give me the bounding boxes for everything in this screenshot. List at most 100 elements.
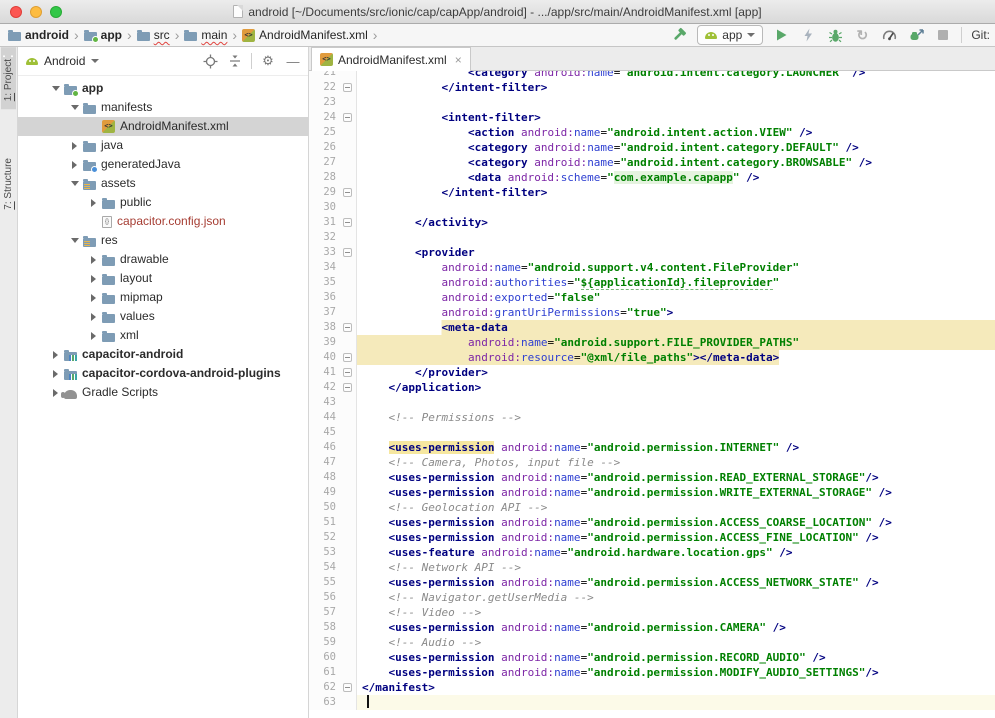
- code-line-27[interactable]: 27 <category android:name="android.inten…: [309, 155, 995, 170]
- git-branch-label[interactable]: Git:: [971, 28, 990, 42]
- code-line-47[interactable]: 47 <!-- Camera, Photos, input file -->: [309, 455, 995, 470]
- tool-window-tab-structure[interactable]: 7: Structure: [1, 135, 16, 218]
- collapsed-arrow-icon[interactable]: [49, 370, 62, 378]
- fold-marker-icon[interactable]: [343, 368, 352, 377]
- code-line-54[interactable]: 54 <!-- Network API -->: [309, 560, 995, 575]
- tree-item-generatedjava[interactable]: generatedJava: [18, 155, 308, 174]
- tree-item-capacitor-android[interactable]: capacitor-android: [18, 345, 308, 364]
- code-line-63[interactable]: 63: [309, 695, 995, 710]
- tree-item-java[interactable]: java: [18, 136, 308, 155]
- code-line-37[interactable]: 37 android:grantUriPermissions="true">: [309, 305, 995, 320]
- tree-item-public[interactable]: public: [18, 193, 308, 212]
- fold-marker-icon[interactable]: [343, 113, 352, 122]
- code-line-40[interactable]: 40 android:resource="@xml/file_paths"></…: [309, 350, 995, 365]
- collapsed-arrow-icon[interactable]: [68, 142, 81, 150]
- stop-button[interactable]: [934, 26, 952, 44]
- expanded-arrow-icon[interactable]: [49, 86, 62, 91]
- tree-item-androidmanifest-xml[interactable]: AndroidManifest.xml: [18, 117, 308, 136]
- collapsed-arrow-icon[interactable]: [87, 294, 100, 302]
- tree-item-res[interactable]: res: [18, 231, 308, 250]
- tree-item-layout[interactable]: layout: [18, 269, 308, 288]
- code-line-57[interactable]: 57 <!-- Video -->: [309, 605, 995, 620]
- code-line-33[interactable]: 33 <provider: [309, 245, 995, 260]
- code-line-51[interactable]: 51 <uses-permission android:name="androi…: [309, 515, 995, 530]
- fold-marker-icon[interactable]: [343, 248, 352, 257]
- fold-marker-icon[interactable]: [343, 323, 352, 332]
- settings-gear-icon[interactable]: ⚙: [259, 52, 277, 70]
- code-line-46[interactable]: 46 <uses-permission android:name="androi…: [309, 440, 995, 455]
- tree-item-drawable[interactable]: drawable: [18, 250, 308, 269]
- code-line-21[interactable]: 21 <category android:name="android.inten…: [309, 71, 995, 80]
- code-line-49[interactable]: 49 <uses-permission android:name="androi…: [309, 485, 995, 500]
- code-line-45[interactable]: 45: [309, 425, 995, 440]
- breadcrumb-item-androidmanifest-xml[interactable]: AndroidManifest.xml: [242, 28, 368, 42]
- profiler-gauge-icon[interactable]: [880, 26, 898, 44]
- code-line-50[interactable]: 50 <!-- Geolocation API -->: [309, 500, 995, 515]
- lightning-icon[interactable]: [799, 26, 817, 44]
- code-line-58[interactable]: 58 <uses-permission android:name="androi…: [309, 620, 995, 635]
- expanded-arrow-icon[interactable]: [68, 105, 81, 110]
- code-line-38[interactable]: 38 <meta-data: [309, 320, 995, 335]
- tree-item-mipmap[interactable]: mipmap: [18, 288, 308, 307]
- code-line-43[interactable]: 43: [309, 395, 995, 410]
- code-line-34[interactable]: 34 android:name="android.support.v4.cont…: [309, 260, 995, 275]
- run-button[interactable]: [772, 26, 790, 44]
- collapsed-arrow-icon[interactable]: [87, 313, 100, 321]
- code-line-22[interactable]: 22 </intent-filter>: [309, 80, 995, 95]
- code-line-52[interactable]: 52 <uses-permission android:name="androi…: [309, 530, 995, 545]
- code-line-32[interactable]: 32: [309, 230, 995, 245]
- code-line-44[interactable]: 44 <!-- Permissions -->: [309, 410, 995, 425]
- editor-tab-androidmanifest[interactable]: AndroidManifest.xml ×: [311, 47, 471, 71]
- tree-item-values[interactable]: values: [18, 307, 308, 326]
- tree-item-assets[interactable]: assets: [18, 174, 308, 193]
- tree-item-manifests[interactable]: manifests: [18, 98, 308, 117]
- fold-marker-icon[interactable]: [343, 188, 352, 197]
- breadcrumb-item-android[interactable]: android: [8, 28, 69, 42]
- close-tab-icon[interactable]: ×: [455, 53, 462, 67]
- locate-file-icon[interactable]: [201, 52, 219, 70]
- tool-window-tab-project[interactable]: 1: Project: [1, 47, 16, 109]
- collapsed-arrow-icon[interactable]: [87, 332, 100, 340]
- code-line-59[interactable]: 59 <!-- Audio -->: [309, 635, 995, 650]
- fold-marker-icon[interactable]: [343, 353, 352, 362]
- code-line-23[interactable]: 23: [309, 95, 995, 110]
- collapsed-arrow-icon[interactable]: [49, 351, 62, 359]
- code-line-31[interactable]: 31 </activity>: [309, 215, 995, 230]
- code-line-53[interactable]: 53 <uses-feature android:name="android.h…: [309, 545, 995, 560]
- fold-marker-icon[interactable]: [343, 383, 352, 392]
- code-line-26[interactable]: 26 <category android:name="android.inten…: [309, 140, 995, 155]
- fold-marker-icon[interactable]: [343, 83, 352, 92]
- code-line-56[interactable]: 56 <!-- Navigator.getUserMedia -->: [309, 590, 995, 605]
- tree-item-xml[interactable]: xml: [18, 326, 308, 345]
- fold-marker-icon[interactable]: [343, 218, 352, 227]
- collapsed-arrow-icon[interactable]: [87, 199, 100, 207]
- code-line-35[interactable]: 35 android:authorities="${applicationId}…: [309, 275, 995, 290]
- code-line-36[interactable]: 36 android:exported="false": [309, 290, 995, 305]
- code-line-41[interactable]: 41 </provider>: [309, 365, 995, 380]
- breadcrumb-item-main[interactable]: main: [184, 28, 227, 42]
- code-line-24[interactable]: 24 <intent-filter>: [309, 110, 995, 125]
- tree-item-capacitor-cordova-android-plugins[interactable]: capacitor-cordova-android-plugins: [18, 364, 308, 383]
- code-line-39[interactable]: 39 android:name="android.support.FILE_PR…: [309, 335, 995, 350]
- fold-marker-icon[interactable]: [343, 683, 352, 692]
- debug-bug-icon[interactable]: [826, 26, 844, 44]
- code-line-60[interactable]: 60 <uses-permission android:name="androi…: [309, 650, 995, 665]
- expanded-arrow-icon[interactable]: [68, 181, 81, 186]
- code-line-62[interactable]: 62</manifest>: [309, 680, 995, 695]
- code-line-25[interactable]: 25 <action android:name="android.intent.…: [309, 125, 995, 140]
- build-hammer-icon[interactable]: [670, 26, 688, 44]
- tree-item-gradle-scripts[interactable]: Gradle Scripts: [18, 383, 308, 402]
- run-configuration-select[interactable]: app: [697, 25, 763, 45]
- hide-panel-icon[interactable]: —: [284, 52, 302, 70]
- tree-item-capacitor-config-json[interactable]: capacitor.config.json: [18, 212, 308, 231]
- collapsed-arrow-icon[interactable]: [87, 256, 100, 264]
- code-line-42[interactable]: 42 </application>: [309, 380, 995, 395]
- code-editor[interactable]: 21 <category android:name="android.inten…: [309, 71, 995, 718]
- tree-item-app[interactable]: app: [18, 79, 308, 98]
- apply-changes-icon[interactable]: ↻: [853, 26, 871, 44]
- collapse-all-icon[interactable]: [226, 52, 244, 70]
- code-line-48[interactable]: 48 <uses-permission android:name="androi…: [309, 470, 995, 485]
- attach-debugger-icon[interactable]: [907, 26, 925, 44]
- expanded-arrow-icon[interactable]: [68, 238, 81, 243]
- code-line-30[interactable]: 30: [309, 200, 995, 215]
